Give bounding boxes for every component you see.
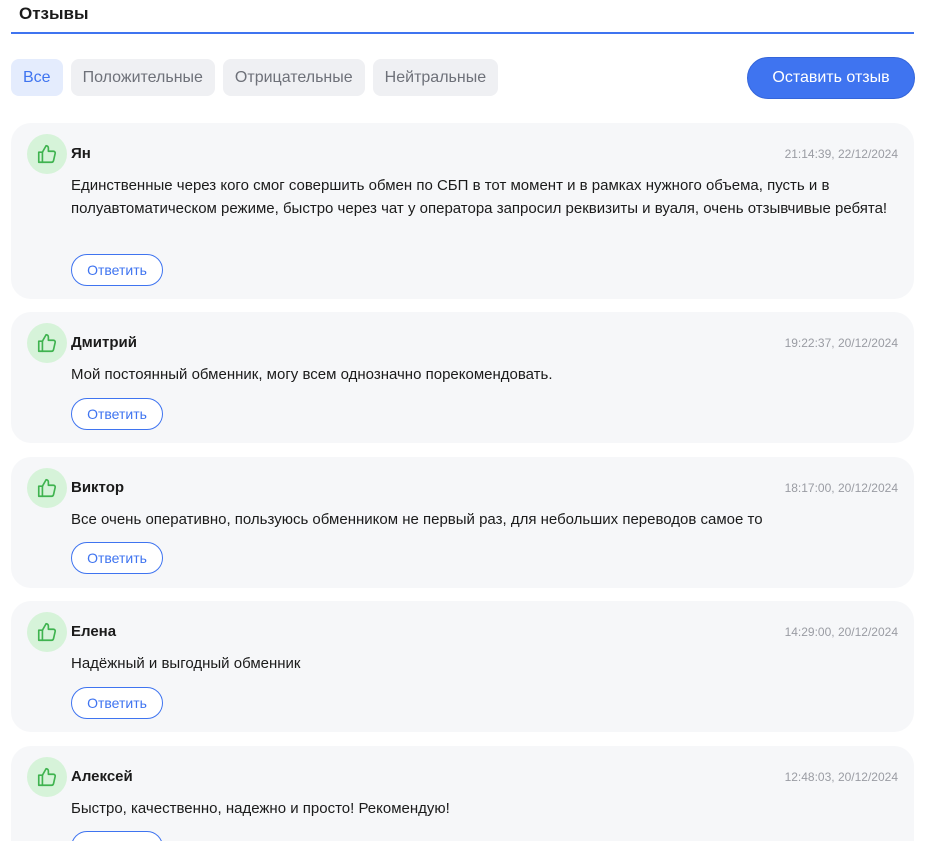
review-author: Алексей: [71, 768, 133, 785]
reply-button[interactable]: Ответить: [71, 831, 163, 841]
review-text: Все очень оперативно, пользуюсь обменник…: [71, 511, 763, 528]
reply-button[interactable]: Ответить: [71, 254, 163, 286]
reviews-page: Отзывы Все Положительные Отрицательные Н…: [0, 0, 930, 841]
review-date: 19:22:37, 20/12/2024: [784, 336, 898, 350]
leave-review-button[interactable]: Оставить отзыв: [747, 57, 915, 99]
thumbs-up-icon: [27, 757, 67, 797]
filter-negative[interactable]: Отрицательные: [222, 59, 365, 96]
reply-button[interactable]: Ответить: [71, 542, 163, 574]
review-text: Единственные через кого смог совершить о…: [71, 177, 888, 217]
filter-positive[interactable]: Положительные: [70, 59, 215, 96]
review-text: Мой постоянный обменник, могу всем одноз…: [71, 366, 553, 383]
thumbs-up-icon: [27, 612, 67, 652]
review-card: Алексей 12:48:03, 20/12/2024 Быстро, кач…: [11, 746, 914, 841]
filter-neutral[interactable]: Нейтральные: [372, 59, 499, 96]
review-author: Ян: [71, 145, 91, 162]
reply-button[interactable]: Ответить: [71, 398, 163, 430]
thumbs-up-icon: [27, 468, 67, 508]
review-date: 18:17:00, 20/12/2024: [784, 481, 898, 495]
thumbs-up-icon: [27, 134, 67, 174]
review-card: Дмитрий 19:22:37, 20/12/2024 Мой постоян…: [11, 312, 914, 443]
reply-button[interactable]: Ответить: [71, 687, 163, 719]
review-date: 14:29:00, 20/12/2024: [784, 625, 898, 639]
review-author: Елена: [71, 623, 117, 640]
review-date: 21:14:39, 22/12/2024: [784, 147, 898, 161]
review-card: Ян 21:14:39, 22/12/2024 Единственные чер…: [11, 123, 914, 299]
review-text: Быстро, качественно, надежно и просто! Р…: [71, 800, 450, 817]
review-card: Елена 14:29:00, 20/12/2024 Надёжный и вы…: [11, 601, 914, 732]
thumbs-up-icon: [27, 323, 67, 363]
section-title: Отзывы: [19, 4, 89, 23]
review-author: Дмитрий: [71, 334, 137, 351]
review-card: Виктор 18:17:00, 20/12/2024 Все очень оп…: [11, 457, 914, 588]
filter-tabs: Все Положительные Отрицательные Нейтраль…: [11, 59, 499, 97]
review-date: 12:48:03, 20/12/2024: [784, 770, 898, 784]
review-text: Надёжный и выгодный обменник: [71, 655, 301, 672]
review-author: Виктор: [71, 479, 125, 496]
filter-all[interactable]: Все: [11, 59, 63, 96]
reviews-section-header: Отзывы: [11, 0, 914, 34]
